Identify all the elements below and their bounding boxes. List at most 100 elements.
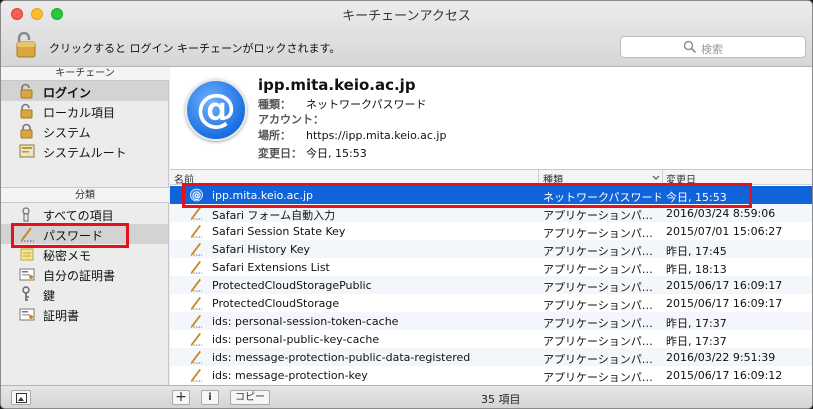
detail-modified-row: 変更日： 今日, 15:53 [258,145,367,161]
row-name: ProtectedCloudStoragePublic [212,279,372,292]
unlocked-lock-icon[interactable] [15,30,37,58]
note-icon [20,248,34,261]
pencil-key-icon [190,332,203,346]
categories-header: 分類 [1,187,169,203]
row-name: Safari フォーム自動入力 [212,209,336,222]
sidebar-item-label: ローカル項目 [43,106,116,120]
detail-where-label: 場所： [258,129,291,142]
table-row[interactable]: ProtectedCloudStorage アプリケーションパ… 2015/06/1… [170,294,812,312]
keychain-window: キーチェーンアクセス クリックすると ログイン キーチェーンがロックされます。 … [0,0,813,409]
table-row[interactable]: Safari Extensions List アプリケーションパ… 昨日, 18:1… [170,258,812,276]
lock-icon [20,123,33,139]
sidebar-item-system[interactable]: システム [1,121,168,141]
row-kind: アプリケーションパ… [543,281,653,294]
bottom-bar: + i コピー 35 項目 [1,385,812,408]
row-name: ProtectedCloudStorage [212,297,340,310]
copy-button[interactable]: コピー [230,390,270,405]
row-kind: アプリケーションパ… [543,245,653,258]
row-kind: アプリケーションパ… [543,353,653,366]
pencil-key-icon [190,224,203,238]
item-count: 35 項目 [481,393,521,406]
search-placeholder: 検索 [701,43,723,56]
detail-kind-row: 種類： ネットワークパスワード [258,96,426,112]
row-date: 2015/06/17 16:09:17 [666,279,783,292]
table-row[interactable]: ProtectedCloudStoragePublic アプリケーションパ… 201… [170,276,812,294]
search-icon [683,40,697,54]
row-name: ids: message-protection-public-data-regi… [212,351,471,364]
at-icon: @ [185,79,247,141]
sidebar-item-label: ログイン [43,86,92,100]
unlocked-lock-icon [20,83,33,99]
pencil-key-icon [190,296,203,310]
row-name: Safari History Key [212,243,310,256]
pencil-key-icon [190,278,203,292]
sidebar-item-keys[interactable]: 鍵 [1,284,168,304]
sidebar-item-my-certificates[interactable]: 自分の証明書 [1,264,168,284]
row-name: ids: personal-session-token-cache [212,315,399,328]
row-kind: アプリケーションパ… [543,299,653,312]
row-date: 2016/03/24 8:59:06 [666,207,776,220]
sidebar-item-label: システム [43,126,91,140]
table-row[interactable]: ids: message-protection-public-data-regi… [170,348,812,366]
detail-where-value: https://ipp.mita.keio.ac.jp [306,129,447,142]
table-row[interactable]: Safari History Key アプリケーションパ… 昨日, 17:45 [170,240,812,258]
row-date: 昨日, 17:37 [666,335,727,348]
pencil-key-icon [190,242,203,256]
search-field[interactable]: 検索 [620,36,806,58]
detail-where-row: 場所： https://ipp.mita.keio.ac.jp [258,127,446,143]
detail-account-label: アカウント： [258,113,324,126]
table-row[interactable]: ids: message-protection-key アプリケーションパ… 201… [170,366,812,384]
detail-kind-value: ネットワークパスワード [306,98,427,111]
row-kind: アプリケーションパ… [543,209,653,222]
pencil-key-icon [190,350,203,364]
row-kind: アプリケーションパ… [543,317,653,330]
detail-kind-label: 種類： [258,98,291,111]
sidebar-item-label: 証明書 [43,309,80,323]
row-name: ids: personal-public-key-cache [212,333,380,346]
row-kind: アプリケーションパ… [543,371,653,384]
table-row[interactable]: Safari Session State Key アプリケーションパ… 2015/0… [170,222,812,240]
sidebar-item-all-items[interactable]: すべての項目 [1,204,168,224]
pencil-key-icon [190,314,203,328]
lock-message: クリックすると ログイン キーチェーンがロックされます。 [49,42,341,55]
detail-account-row: アカウント： [258,111,324,127]
selected-row-highlight [182,183,752,208]
sidebar-toggle-icon [16,393,27,403]
detail-modified-label: 変更日： [258,147,302,160]
people-icon [22,207,30,222]
title-bar: キーチェーンアクセス クリックすると ログイン キーチェーンがロックされます。 … [1,1,812,67]
certificate-folder-icon [19,144,35,158]
row-kind: アプリケーションパ… [543,263,653,276]
add-item-button[interactable]: + [172,390,190,405]
table-row[interactable]: ids: personal-session-token-cache アプリケーショ… [170,312,812,330]
detail-panel: @ ipp.mita.keio.ac.jp 種類： ネットワークパスワード アカウ… [170,67,812,170]
window-title: キーチェーンアクセス [342,9,471,24]
sidebar-item-label: 鍵 [43,289,56,303]
pencil-key-icon [190,368,203,382]
row-kind: アプリケーションパ… [543,227,653,240]
sidebar-item-certificates[interactable]: 証明書 [1,304,168,324]
row-date: 昨日, 18:13 [666,263,727,276]
unlocked-lock-icon [20,103,33,119]
row-date: 2015/07/01 15:06:27 [666,225,783,238]
sidebar-toggle-button[interactable] [11,390,31,405]
certificate-icon [19,308,35,321]
info-button[interactable]: i [201,390,219,405]
sidebar-item-login[interactable]: ログイン [1,81,168,101]
row-date: 昨日, 17:45 [666,245,727,258]
row-date: 2016/03/22 9:51:39 [666,351,776,364]
detail-modified-value: 今日, 15:53 [306,147,367,160]
row-name: ids: message-protection-key [212,369,368,382]
table-row[interactable]: ids: personal-public-key-cache アプリケーションパ…… [170,330,812,348]
sidebar-item-label: システムルート [43,146,127,160]
detail-name: ipp.mita.keio.ac.jp [258,76,416,94]
row-date: 昨日, 17:37 [666,317,727,330]
row-name: Safari Session State Key [212,225,346,238]
sidebar-passwords-highlight [11,223,129,248]
sidebar-item-local-items[interactable]: ローカル項目 [1,101,168,121]
sidebar-item-system-roots[interactable]: システムルート [1,141,168,161]
sidebar-item-label: 秘密メモ [43,249,92,263]
chevron-down-icon [652,175,660,180]
row-date: 2015/06/17 16:09:12 [666,369,783,382]
key-icon [22,286,30,301]
